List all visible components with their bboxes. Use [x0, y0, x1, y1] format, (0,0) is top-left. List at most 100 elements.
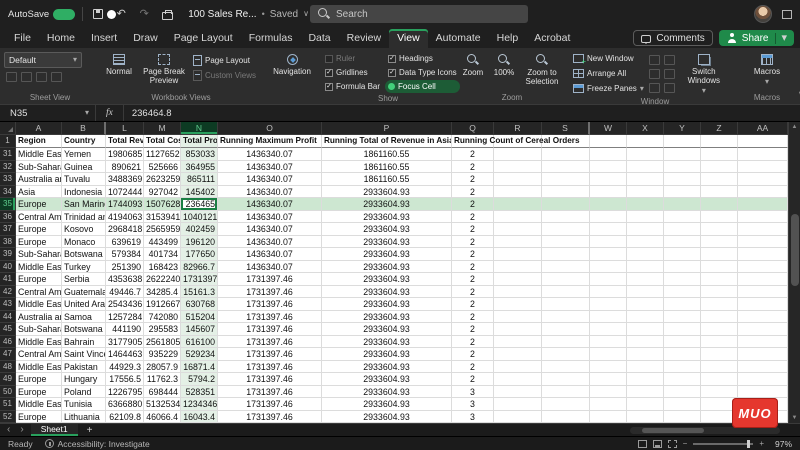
cell-P31[interactable]: 1861160.55	[322, 148, 452, 161]
cell-Q42[interactable]: 2	[452, 286, 494, 299]
cell-Y47[interactable]	[664, 348, 701, 361]
column-header-Y[interactable]: Y	[664, 122, 701, 135]
cell-P51[interactable]: 2933604.93	[322, 398, 452, 411]
cell-P46[interactable]: 2933604.93	[322, 336, 452, 349]
row-header-31[interactable]: 31	[0, 148, 16, 161]
cell-S44[interactable]	[542, 311, 590, 324]
cell-B41[interactable]: Serbia	[62, 273, 106, 286]
column-header-R[interactable]: R	[494, 122, 542, 135]
cell-Z1[interactable]	[701, 135, 738, 148]
autosave-toggle[interactable]	[53, 9, 75, 20]
row-header-50[interactable]: 50	[0, 386, 16, 399]
cell-M42[interactable]: 34285.4	[144, 286, 181, 299]
zoom-slider-knob[interactable]	[747, 440, 750, 448]
cell-N47[interactable]: 529234	[181, 348, 218, 361]
cell-P39[interactable]: 2933604.93	[322, 248, 452, 261]
column-header-N[interactable]: N	[181, 122, 218, 135]
prev-sheet-icon[interactable]: ‹	[4, 425, 13, 435]
cell-N48[interactable]: 16871.4	[181, 361, 218, 374]
cell-S35[interactable]	[542, 198, 590, 211]
cell-O48[interactable]: 1731397.46	[218, 361, 322, 374]
cell-R49[interactable]	[494, 373, 542, 386]
cell-R35[interactable]	[494, 198, 542, 211]
cell-Q31[interactable]: 2	[452, 148, 494, 161]
cell-X36[interactable]	[627, 211, 664, 224]
column-header-Z[interactable]: Z	[701, 122, 738, 135]
cell-N44[interactable]: 515204	[181, 311, 218, 324]
cell-Z44[interactable]	[701, 311, 738, 324]
exit-sheet-view-icon[interactable]	[21, 72, 32, 82]
column-header-M[interactable]: M	[144, 122, 181, 135]
show-option-formula-bar[interactable]: ✓Formula Bar	[322, 80, 383, 93]
cell-Y40[interactable]	[664, 261, 701, 274]
cell-X46[interactable]	[627, 336, 664, 349]
cell-Y41[interactable]	[664, 273, 701, 286]
cell-A48[interactable]: Middle East a	[16, 361, 62, 374]
cell-P48[interactable]: 2933604.93	[322, 361, 452, 374]
cell-M46[interactable]: 2561805	[144, 336, 181, 349]
row-header-42[interactable]: 42	[0, 286, 16, 299]
switch-windows-button[interactable]: Switch Windows ▾	[678, 52, 730, 97]
cell-Z48[interactable]	[701, 361, 738, 374]
cell-X49[interactable]	[627, 373, 664, 386]
cell-B1[interactable]: Country	[62, 135, 106, 148]
cell-N51[interactable]: 1234346	[181, 398, 218, 411]
column-header-Q[interactable]: Q	[452, 122, 494, 135]
show-option-gridlines[interactable]: ✓Gridlines	[322, 66, 383, 79]
cell-AA37[interactable]	[738, 223, 788, 236]
cell-A43[interactable]: Middle East a	[16, 298, 62, 311]
row-header-47[interactable]: 47	[0, 348, 16, 361]
cell-Z50[interactable]	[701, 386, 738, 399]
cell-B52[interactable]: Lithuania	[62, 411, 106, 424]
cell-L48[interactable]: 44929.3	[106, 361, 144, 374]
cell-B49[interactable]: Hungary	[62, 373, 106, 386]
cell-P52[interactable]: 2933604.93	[322, 411, 452, 424]
cell-W41[interactable]	[590, 273, 627, 286]
cell-P38[interactable]: 2933604.93	[322, 236, 452, 249]
cell-Y1[interactable]	[664, 135, 701, 148]
cell-Q50[interactable]: 3	[452, 386, 494, 399]
cell-B42[interactable]: Guatemala	[62, 286, 106, 299]
tab-formulas[interactable]: Formulas	[241, 29, 301, 48]
cell-A44[interactable]: Australia and	[16, 311, 62, 324]
new-sheet-view-icon[interactable]	[36, 72, 47, 82]
column-header-X[interactable]: X	[627, 122, 664, 135]
cell-O46[interactable]: 1731397.46	[218, 336, 322, 349]
cell-Z49[interactable]	[701, 373, 738, 386]
cell-M31[interactable]: 1127652	[144, 148, 181, 161]
cell-B46[interactable]: Bahrain	[62, 336, 106, 349]
cell-M1[interactable]: Total Cost	[144, 135, 181, 148]
cell-W33[interactable]	[590, 173, 627, 186]
cell-S34[interactable]	[542, 186, 590, 199]
row-header-45[interactable]: 45	[0, 323, 16, 336]
cell-Y46[interactable]	[664, 336, 701, 349]
cell-O47[interactable]: 1731397.46	[218, 348, 322, 361]
cell-B34[interactable]: Indonesia	[62, 186, 106, 199]
cell-S38[interactable]	[542, 236, 590, 249]
cell-R47[interactable]	[494, 348, 542, 361]
cell-L31[interactable]: 1980685	[106, 148, 144, 161]
cell-R46[interactable]	[494, 336, 542, 349]
cell-Z46[interactable]	[701, 336, 738, 349]
cell-O52[interactable]: 1731397.46	[218, 411, 322, 424]
tab-acrobat[interactable]: Acrobat	[526, 29, 578, 48]
column-header-O[interactable]: O	[218, 122, 322, 135]
cell-Y39[interactable]	[664, 248, 701, 261]
row-header-39[interactable]: 39	[0, 248, 16, 261]
insert-function-button[interactable]: fx	[96, 105, 124, 121]
cell-B51[interactable]: Tunisia	[62, 398, 106, 411]
cell-O42[interactable]: 1731397.46	[218, 286, 322, 299]
cell-S37[interactable]	[542, 223, 590, 236]
cell-O45[interactable]: 1731397.46	[218, 323, 322, 336]
cell-N37[interactable]: 402459	[181, 223, 218, 236]
cell-A34[interactable]: Asia	[16, 186, 62, 199]
autosave-control[interactable]: AutoSave	[8, 9, 75, 20]
cell-W39[interactable]	[590, 248, 627, 261]
cell-B39[interactable]: Botswana	[62, 248, 106, 261]
tab-home[interactable]: Home	[39, 29, 83, 48]
cell-Q46[interactable]: 2	[452, 336, 494, 349]
cell-X39[interactable]	[627, 248, 664, 261]
row-header-48[interactable]: 48	[0, 361, 16, 374]
cell-M45[interactable]: 295583	[144, 323, 181, 336]
cell-Y36[interactable]	[664, 211, 701, 224]
